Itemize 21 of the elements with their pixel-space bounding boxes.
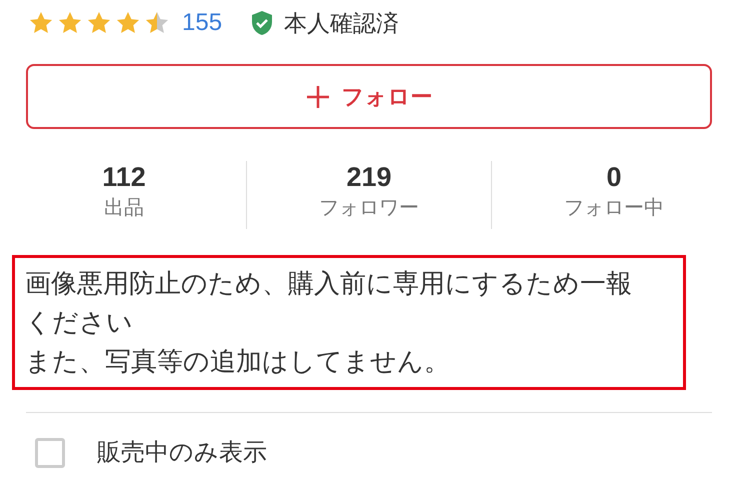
star-icon — [144, 10, 170, 36]
stat-value: 0 — [606, 161, 622, 193]
star-icon — [57, 10, 83, 36]
review-count[interactable]: 155 — [182, 5, 222, 41]
stat-value: 219 — [346, 161, 392, 193]
checkbox[interactable] — [35, 438, 65, 468]
stat-label: 出品 — [104, 196, 144, 221]
description-line: また、写真等の追加はしてません。 — [25, 345, 451, 378]
star-icon — [115, 10, 141, 36]
shield-check-icon — [250, 10, 274, 36]
verified-label: 本人確認済 — [284, 8, 400, 38]
follow-button[interactable]: フォロー — [26, 64, 712, 129]
stat-label: フォロワー — [319, 196, 419, 221]
description-line: 画像悪用防止のため、購入前に専用にするため一報 — [25, 267, 633, 300]
stat-label: フォロー中 — [564, 196, 664, 221]
star-icon — [28, 10, 54, 36]
description-line: ください — [25, 306, 134, 339]
stat-value: 112 — [102, 161, 146, 193]
star-icon — [86, 10, 112, 36]
filter-label: 販売中のみ表示 — [97, 438, 267, 468]
plus-icon — [306, 84, 330, 108]
